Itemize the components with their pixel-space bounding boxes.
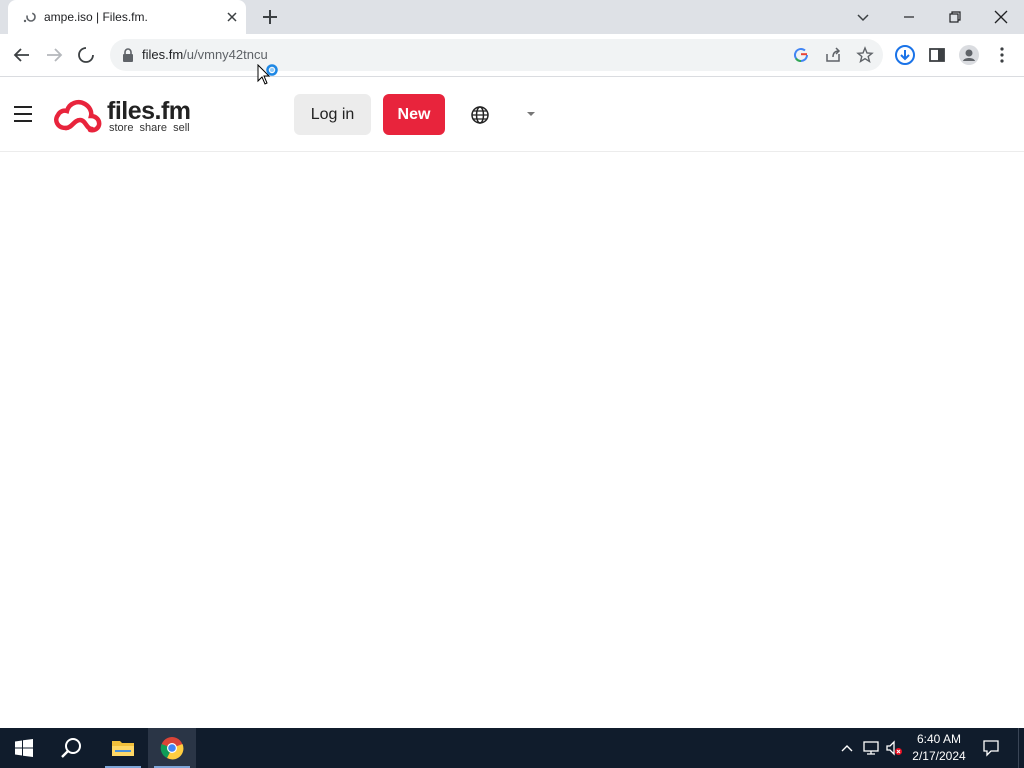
hamburger-menu-icon[interactable] xyxy=(13,105,33,123)
bookmark-star-icon[interactable] xyxy=(856,46,874,64)
taskbar-clock[interactable]: 6:40 AM 2/17/2024 xyxy=(906,731,972,765)
logo-tagline: store share sell xyxy=(109,122,190,134)
url-path: /u/vmny42tncu xyxy=(183,47,268,62)
address-bar[interactable]: files.fm/u/vmny42tncu xyxy=(110,39,883,71)
language-dropdown-caret-icon[interactable] xyxy=(526,111,536,117)
forward-icon[interactable] xyxy=(43,44,65,66)
chrome-taskbar-button[interactable] xyxy=(148,728,196,768)
login-button[interactable]: Log in xyxy=(294,94,371,135)
tab-close-icon[interactable] xyxy=(224,9,240,25)
volume-muted-icon[interactable] xyxy=(885,739,903,757)
url-host: files.fm xyxy=(142,47,184,62)
side-panel-icon[interactable] xyxy=(926,44,948,66)
network-icon[interactable] xyxy=(862,739,880,757)
chrome-menu-icon[interactable] xyxy=(991,44,1013,66)
google-lens-icon[interactable] xyxy=(792,46,810,64)
windows-logo-icon xyxy=(15,739,33,757)
folder-icon xyxy=(112,741,134,756)
globe-language-icon[interactable] xyxy=(470,105,490,125)
search-button[interactable] xyxy=(48,728,96,768)
minimize-icon[interactable] xyxy=(898,6,920,28)
site-header: files.fm store share sell Log in New xyxy=(0,77,1024,152)
windows-taskbar: 6:40 AM 2/17/2024 xyxy=(0,728,1024,768)
tab-title: ampe.iso | Files.fm. xyxy=(44,10,148,24)
restore-icon[interactable] xyxy=(944,6,966,28)
files-fm-logo[interactable]: files.fm store share sell xyxy=(52,96,202,136)
download-icon[interactable] xyxy=(894,44,916,66)
search-icon xyxy=(61,738,81,758)
start-button[interactable] xyxy=(0,728,48,768)
stop-loading-icon[interactable] xyxy=(75,44,97,66)
show-desktop-button[interactable] xyxy=(1018,728,1024,768)
clock-date: 2/17/2024 xyxy=(912,749,966,763)
file-explorer-button[interactable] xyxy=(99,728,147,768)
loading-favicon-icon xyxy=(23,12,36,23)
chrome-icon xyxy=(160,737,184,760)
show-hidden-icons-chevron-icon[interactable] xyxy=(838,739,856,757)
cloud-logo-icon xyxy=(54,100,102,133)
new-button[interactable]: New xyxy=(383,94,445,135)
tab-search-chevron-icon[interactable] xyxy=(852,6,874,28)
browser-toolbar: files.fm/u/vmny42tncu xyxy=(0,34,1024,77)
busy-cursor-icon xyxy=(257,64,278,85)
tab-strip: ampe.iso | Files.fm. xyxy=(0,0,1024,34)
action-center-icon[interactable] xyxy=(982,739,1000,757)
url-text[interactable]: files.fm/u/vmny42tncu xyxy=(142,47,268,62)
close-window-icon[interactable] xyxy=(990,6,1012,28)
lock-icon[interactable] xyxy=(122,48,134,62)
back-icon[interactable] xyxy=(11,44,33,66)
share-icon[interactable] xyxy=(824,46,842,64)
browser-tab[interactable]: ampe.iso | Files.fm. xyxy=(8,0,246,34)
new-tab-icon[interactable] xyxy=(260,7,280,27)
profile-avatar-icon[interactable] xyxy=(958,44,980,66)
clock-time: 6:40 AM xyxy=(916,732,962,746)
